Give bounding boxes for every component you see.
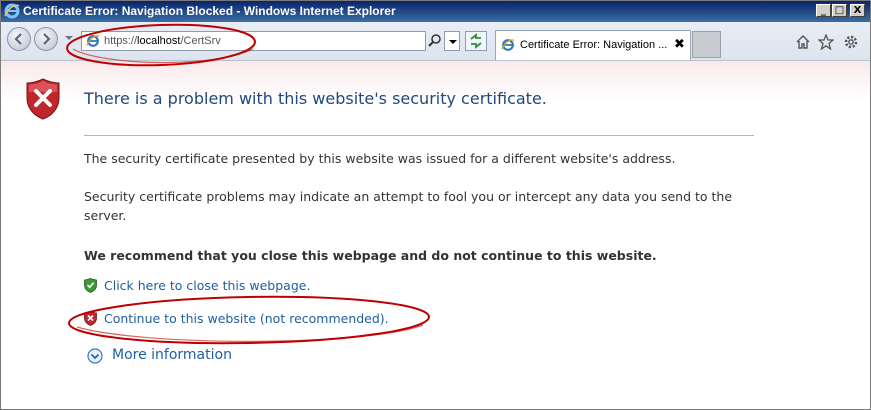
address-bar[interactable]: https://localhost/CertSrv [81,31,426,51]
tab-certificate-error[interactable]: Certificate Error: Navigation ... ✖ [495,30,691,60]
forward-icon [43,33,51,45]
page-title: There is a problem with this website's s… [84,89,547,108]
green-shield-icon [84,278,97,293]
url-host: localhost [137,35,181,47]
new-tab-button[interactable] [692,31,721,58]
ie-logo-icon [4,3,20,19]
tab-label: Certificate Error: Navigation ... [520,39,668,51]
tools-gear-icon[interactable] [843,34,859,50]
address-dropdown-button[interactable] [444,31,460,51]
url-path: /CertSrv [180,35,221,47]
expand-chevron-icon [87,348,103,364]
tab-ie-icon [501,39,515,51]
maximize-button[interactable]: □ [832,4,847,17]
more-information-link[interactable]: More information [112,347,232,363]
page-content: There is a problem with this website's s… [1,61,870,409]
back-button[interactable] [7,27,31,51]
issuer-mismatch-text: The security certificate presented by th… [84,151,676,166]
tab-close-icon[interactable]: ✖ [674,37,685,52]
continue-website-link[interactable]: Continue to this website (not recommende… [104,311,389,326]
home-icon[interactable] [795,34,811,50]
history-dropdown-icon[interactable] [65,36,73,40]
refresh-icon [470,33,482,49]
address-url: https://localhost/CertSrv [104,35,221,47]
recommendation-text: We recommend that you close this webpage… [84,248,657,263]
forward-button[interactable] [34,27,58,51]
title-bar: Certificate Error: Navigation Blocked - … [1,1,870,22]
search-icon[interactable] [428,33,442,47]
red-shield-icon [84,311,97,326]
error-shield-icon [26,78,60,120]
close-window-button[interactable]: X [850,4,865,17]
url-prefix: https:// [104,35,138,47]
refresh-button[interactable] [465,31,487,51]
minimize-button[interactable]: _ [816,4,831,17]
warning-text-line2: server. [84,208,127,223]
chevron-down-icon [449,40,457,44]
page-ie-icon [86,35,100,47]
back-icon [14,33,22,45]
browser-window: Certificate Error: Navigation Blocked - … [0,0,871,410]
divider [84,135,754,136]
warning-text-line1: Security certificate problems may indica… [84,189,733,204]
close-webpage-link[interactable]: Click here to close this webpage. [104,278,310,293]
favorites-star-icon[interactable] [818,34,834,50]
window-title: Certificate Error: Navigation Blocked - … [23,4,396,18]
navigation-toolbar: https://localhost/CertSrv [1,22,870,61]
